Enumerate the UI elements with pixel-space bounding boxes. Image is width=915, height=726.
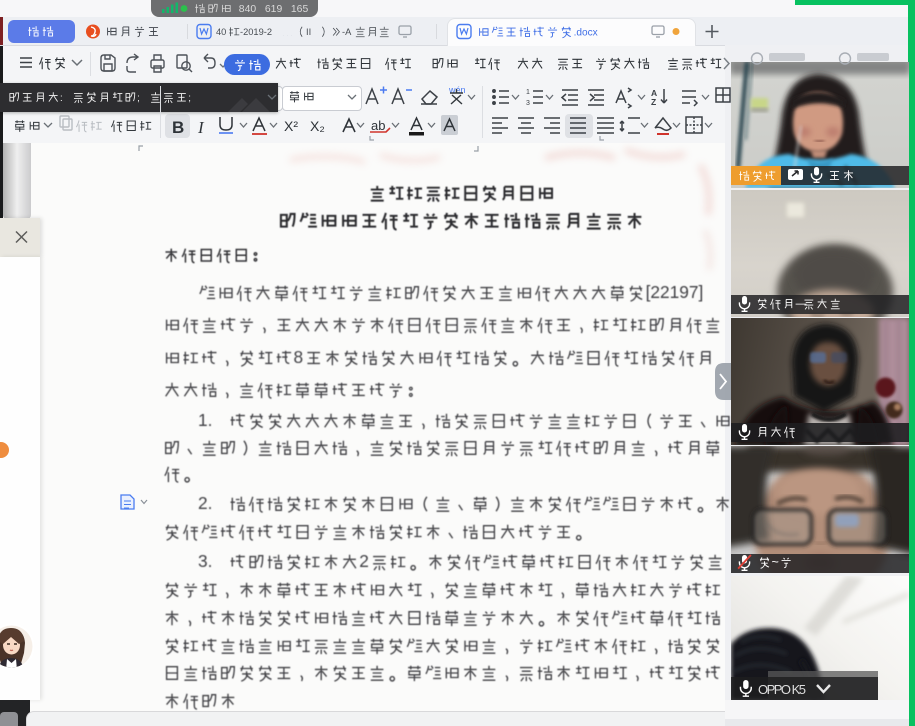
svg-text:OPPO K5: OPPO K5 — [758, 682, 806, 697]
svg-text:~: ~ — [772, 555, 779, 569]
